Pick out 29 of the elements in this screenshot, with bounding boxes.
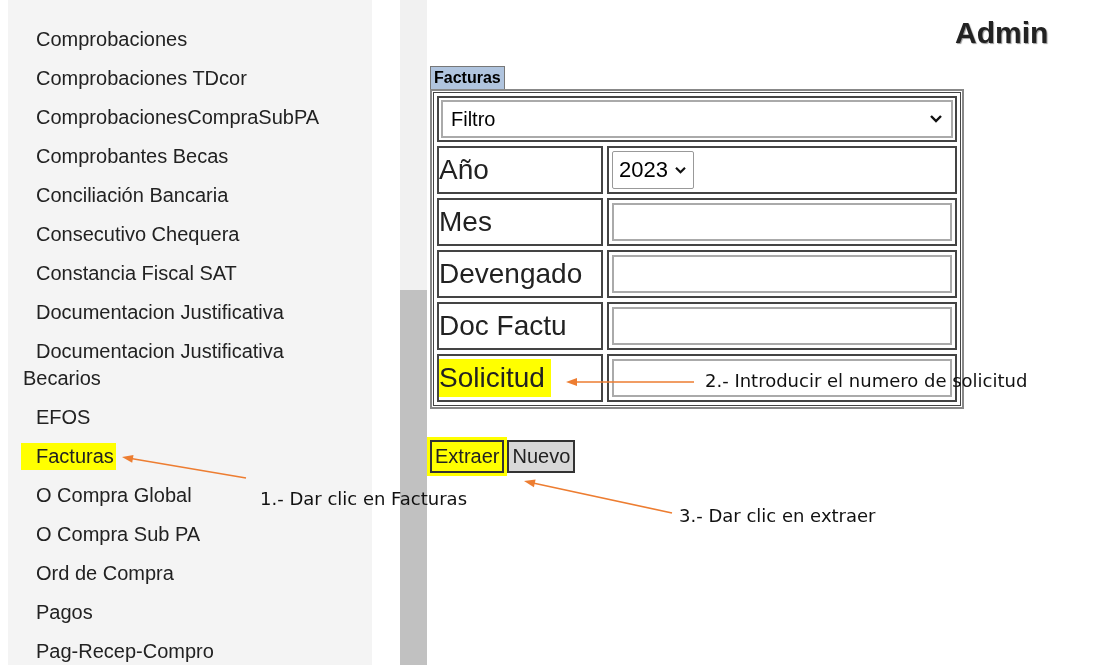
year-select[interactable]: 2023 [612, 151, 694, 189]
page-title: Admin [955, 16, 1049, 50]
field-label: Año [439, 153, 490, 187]
annotation-text: 1.- Dar clic en Facturas [260, 488, 468, 509]
sidebar-item[interactable]: Facturas [21, 443, 116, 470]
sidebar-item[interactable]: Ord de Compra [21, 560, 176, 587]
sidebar-item[interactable]: O Compra Sub PA [21, 521, 203, 548]
sidebar-item[interactable]: ComprobacionesCompraSubPA [21, 104, 322, 131]
sidebar-item[interactable]: EFOS [21, 404, 93, 431]
sidebar-item[interactable]: Pagos [21, 599, 95, 626]
sidebar-item[interactable]: Documentacion Justificativa [21, 299, 286, 326]
form-button[interactable]: Nuevo [507, 440, 576, 473]
field-label: Doc Factu [439, 309, 568, 343]
sidebar-item[interactable]: Consecutivo Chequera [21, 221, 242, 248]
field-label: Mes [439, 205, 493, 239]
form-button[interactable]: Extraer [430, 440, 505, 473]
sidebar-item[interactable]: Constancia Fiscal SAT [21, 260, 239, 287]
sidebar-item[interactable]: Documentacion Justificativa Becarios [21, 338, 332, 392]
sidebar-item[interactable]: Comprobantes Becas [21, 143, 231, 170]
sidebar-item[interactable]: Conciliación Bancaria [21, 182, 231, 209]
sidebar-item[interactable]: Comprobaciones TDcor [21, 65, 249, 92]
form-tab[interactable]: Facturas [430, 66, 505, 89]
field-label: Devengado [439, 257, 584, 291]
sidebar-item[interactable]: Comprobaciones [21, 26, 190, 53]
filter-select[interactable]: Filtro [441, 100, 953, 138]
sidebar-item[interactable]: O Compra Global [21, 482, 194, 509]
sidebar-item[interactable]: Pag-Recep-Compro [21, 638, 216, 665]
annotation-text: 3.- Dar clic en extraer [679, 505, 876, 526]
field-label: Solicitud [439, 359, 551, 397]
